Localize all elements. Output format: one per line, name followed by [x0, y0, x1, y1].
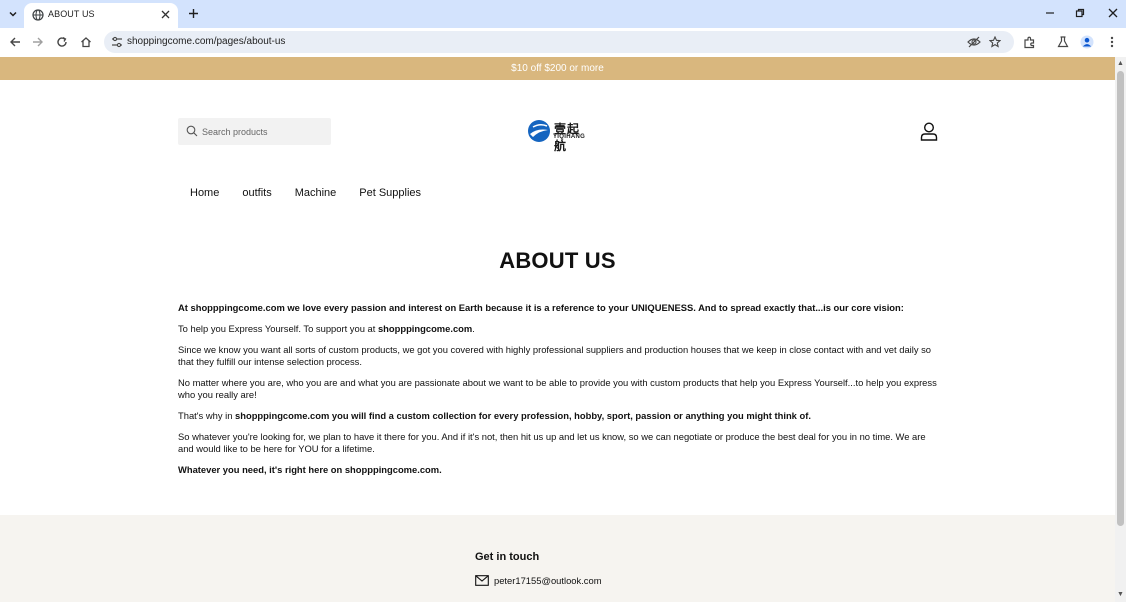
new-tab-button[interactable] [185, 5, 201, 21]
page-scrollbar[interactable]: ▲ ▼ [1115, 57, 1126, 602]
close-icon [161, 10, 169, 18]
footer-email-link[interactable]: peter17155@outlook.com [494, 575, 602, 586]
paragraph-text: To help you Express Yourself. To support… [178, 323, 378, 334]
nav-item-machine[interactable]: Machine [295, 187, 337, 199]
profile-button[interactable] [1078, 33, 1096, 51]
main-nav: Home outfits Machine Pet Supplies [190, 187, 444, 199]
paragraph-bold-text: shopppingcome.com you will find a custom… [235, 410, 811, 421]
web-page: $10 off $200 or more 壹起航 YIQIHANG Home o… [0, 57, 1115, 602]
scroll-up-arrow[interactable]: ▲ [1115, 59, 1126, 69]
tracking-protection-button[interactable] [966, 34, 982, 50]
reload-button[interactable] [53, 33, 71, 51]
plus-icon [188, 8, 198, 18]
scroll-down-arrow[interactable]: ▼ [1115, 590, 1126, 600]
paragraph-text: . [472, 323, 475, 334]
nav-item-home[interactable]: Home [190, 187, 219, 199]
tab-search-button[interactable] [4, 5, 22, 23]
arrow-left-icon [10, 37, 20, 47]
globe-icon [32, 9, 44, 21]
home-button[interactable] [77, 33, 95, 51]
restore-icon [1075, 8, 1085, 18]
account-icon[interactable] [920, 122, 938, 141]
reload-icon [57, 36, 67, 47]
chevron-down-icon [9, 11, 17, 17]
logo-emblem-icon [528, 120, 550, 142]
announcement-bar[interactable]: $10 off $200 or more [0, 57, 1115, 80]
store-name-text: shopppingcome.com [377, 323, 473, 334]
close-window-button[interactable] [1103, 4, 1123, 22]
avatar-icon [1080, 35, 1094, 49]
url-text[interactable]: shoppingcome.com/pages/about-us [127, 36, 285, 47]
nav-item-pet-supplies[interactable]: Pet Supplies [359, 187, 421, 199]
paragraph-lifetime: So whatever you're looking for, we plan … [178, 431, 926, 454]
paragraph-passion: No matter where you are, who you are and… [178, 377, 937, 400]
mail-icon [475, 575, 489, 586]
search-icon [186, 125, 198, 137]
paragraph-suppliers: Since we know you want all sorts of cust… [178, 344, 932, 367]
about-content: At shopppingcome.com we love every passi… [178, 302, 938, 485]
flask-icon [1057, 36, 1069, 48]
nav-item-outfits[interactable]: outfits [242, 187, 271, 199]
tab-about-us[interactable]: ABOUT US [24, 3, 178, 28]
paragraph-closing: Whatever you need, it's right here on sh… [178, 464, 442, 475]
footer: Get in touch peter17155@outlook.com [0, 515, 1115, 602]
home-icon [81, 37, 91, 48]
labs-button[interactable] [1054, 33, 1072, 51]
bookmark-button[interactable] [987, 34, 1003, 50]
arrow-right-icon [33, 37, 43, 47]
footer-title: Get in touch [475, 551, 540, 563]
tune-icon [112, 36, 122, 48]
browser-toolbar: shoppingcome.com/pages/about-us [0, 28, 1126, 56]
close-icon [1108, 8, 1118, 18]
page-title: ABOUT US [499, 248, 616, 273]
search-input[interactable] [202, 118, 327, 145]
paragraph-support: To help you Express Yourself. To support… [178, 323, 938, 335]
puzzle-icon [1023, 36, 1034, 48]
extensions-button[interactable] [1020, 33, 1038, 51]
paragraph-collection: That's why in shopppingcome.com you will… [178, 410, 938, 422]
logo-text-en: YIQIHANG [553, 134, 586, 140]
paragraph-intro: At shopppingcome.com we love every passi… [178, 302, 904, 313]
more-vertical-icon [1110, 36, 1114, 48]
eye-off-icon [967, 36, 981, 48]
store-logo[interactable]: 壹起航 YIQIHANG [527, 119, 591, 153]
scroll-thumb[interactable] [1117, 71, 1124, 526]
address-bar[interactable]: shoppingcome.com/pages/about-us [104, 31, 1014, 53]
minimize-icon [1046, 12, 1054, 14]
minimize-button[interactable] [1040, 4, 1060, 22]
tab-close-button[interactable] [157, 6, 173, 22]
search-box[interactable] [178, 118, 331, 145]
forward-button[interactable] [29, 33, 47, 51]
back-button[interactable] [6, 33, 24, 51]
star-icon [989, 36, 1001, 48]
tab-title: ABOUT US [48, 9, 95, 19]
restore-button[interactable] [1070, 4, 1090, 22]
paragraph-text: That's why in [178, 410, 236, 421]
tab-strip: ABOUT US [0, 0, 1126, 28]
browser-menu-button[interactable] [1103, 33, 1121, 51]
